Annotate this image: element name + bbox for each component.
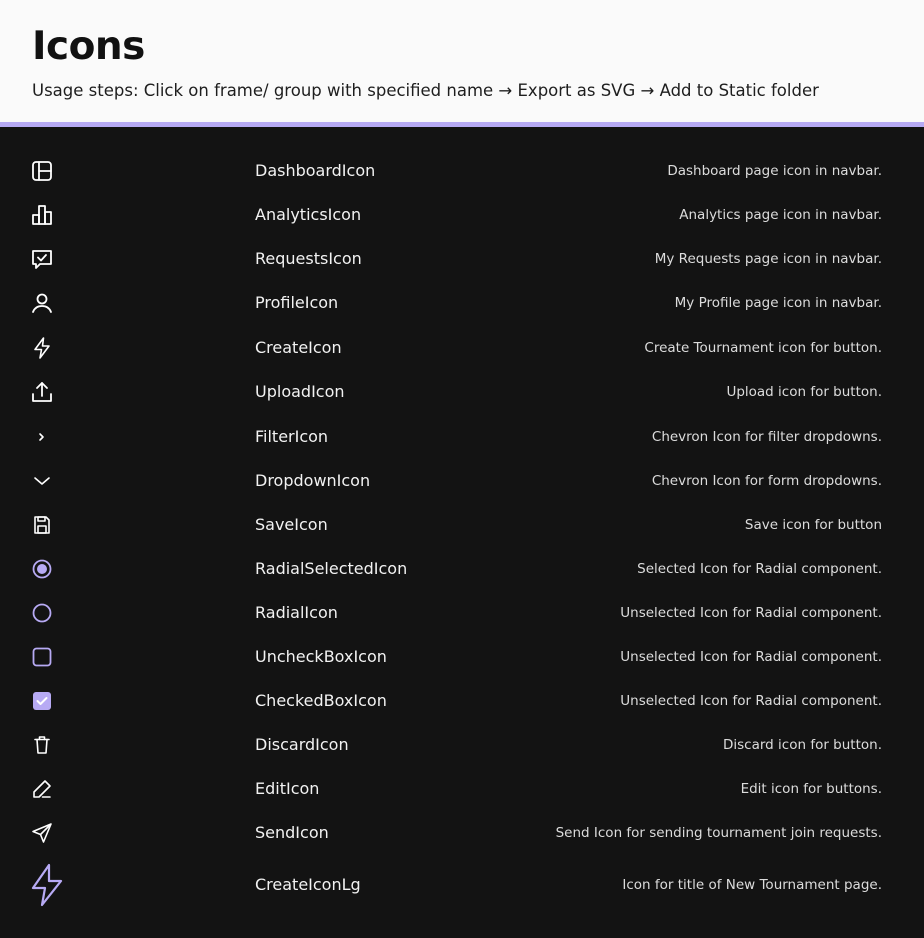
icon-row[interactable]: UncheckBoxIcon Unselected Icon for Radia…: [0, 635, 924, 679]
dropdown-icon: [29, 468, 55, 494]
icon-row[interactable]: ProfileIcon My Profile page icon in navb…: [0, 281, 924, 325]
icon-description: Edit icon for buttons.: [740, 781, 882, 797]
icon-description: Selected Icon for Radial component.: [637, 561, 882, 577]
icon-name: DiscardIcon: [255, 735, 349, 754]
icon-name: ProfileIcon: [255, 293, 339, 312]
icon-name: AnalyticsIcon: [255, 205, 362, 224]
icon-description: Save icon for button: [744, 517, 882, 533]
icon-description: Chevron Icon for filter dropdowns.: [651, 429, 882, 445]
discard-icon: [29, 732, 55, 758]
icon-row[interactable]: AnalyticsIcon Analytics page icon in nav…: [0, 193, 924, 237]
icon-row[interactable]: CreateIcon Create Tournament icon for bu…: [0, 326, 924, 370]
icon-description: Discard icon for button.: [722, 737, 882, 753]
icon-description: Dashboard page icon in navbar.: [667, 163, 882, 179]
icon-description: My Profile page icon in navbar.: [674, 295, 882, 311]
icon-name: UncheckBoxIcon: [255, 647, 387, 666]
icon-row[interactable]: DiscardIcon Discard icon for button.: [0, 723, 924, 767]
icon-list: DashboardIcon Dashboard page icon in nav…: [0, 127, 924, 938]
analytics-icon: [29, 202, 55, 228]
icon-row[interactable]: FilterIcon Chevron Icon for filter dropd…: [0, 415, 924, 459]
icon-description: Send Icon for sending tournament join re…: [555, 825, 882, 841]
icon-name: RequestsIcon: [255, 249, 362, 268]
icon-name: RadialIcon: [255, 603, 338, 622]
icon-row[interactable]: DashboardIcon Dashboard page icon in nav…: [0, 149, 924, 193]
checked-box-icon: [29, 688, 55, 714]
icon-description: Chevron Icon for form dropdowns.: [651, 473, 882, 489]
profile-icon: [29, 290, 55, 316]
icon-row[interactable]: UploadIcon Upload icon for button.: [0, 370, 924, 414]
icon-name: DashboardIcon: [255, 161, 376, 180]
edit-icon: [29, 776, 55, 802]
dashboard-icon: [29, 158, 55, 184]
icon-description: Unselected Icon for Radial component.: [620, 649, 882, 665]
radial-icon: [29, 600, 55, 626]
icon-name: CreateIcon: [255, 338, 342, 357]
icon-row[interactable]: RequestsIcon My Requests page icon in na…: [0, 237, 924, 281]
create-icon: [29, 335, 55, 361]
icon-description: Icon for title of New Tournament page.: [622, 877, 882, 893]
icon-name: FilterIcon: [255, 427, 329, 446]
filter-icon: [29, 424, 55, 450]
icon-row[interactable]: SaveIcon Save icon for button: [0, 503, 924, 547]
icon-description: Analytics page icon in navbar.: [679, 207, 882, 223]
icon-row[interactable]: RadialIcon Unselected Icon for Radial co…: [0, 591, 924, 635]
icon-name: SendIcon: [255, 823, 329, 842]
icon-name: CreateIconLg: [255, 875, 361, 894]
icon-name: RadialSelectedIcon: [255, 559, 408, 578]
save-icon: [29, 512, 55, 538]
icon-row[interactable]: SendIcon Send Icon for sending tournamen…: [0, 811, 924, 855]
uncheck-box-icon: [29, 644, 55, 670]
upload-icon: [29, 379, 55, 405]
icon-name: DropdownIcon: [255, 471, 371, 490]
icon-name: SaveIcon: [255, 515, 328, 534]
page-title: Icons: [32, 24, 145, 69]
header: Icons Usage steps: Click on frame/ group…: [0, 0, 924, 122]
icon-row[interactable]: RadialSelectedIcon Selected Icon for Rad…: [0, 547, 924, 591]
icon-row[interactable]: CheckedBoxIcon Unselected Icon for Radia…: [0, 679, 924, 723]
requests-icon: [29, 246, 55, 272]
icon-description: Upload icon for button.: [726, 384, 882, 400]
icon-description: Create Tournament icon for button.: [644, 340, 882, 356]
icon-row[interactable]: CreateIconLg Icon for title of New Tourn…: [0, 863, 924, 907]
usage-steps: Usage steps: Click on frame/ group with …: [32, 81, 819, 100]
icon-name: EditIcon: [255, 779, 320, 798]
icon-description: Unselected Icon for Radial component.: [620, 693, 882, 709]
icon-row[interactable]: EditIcon Edit icon for buttons.: [0, 767, 924, 811]
icon-row[interactable]: DropdownIcon Chevron Icon for form dropd…: [0, 459, 924, 503]
create-icon-lg: [29, 863, 65, 907]
send-icon: [29, 820, 55, 846]
icon-description: My Requests page icon in navbar.: [654, 251, 882, 267]
icon-description: Unselected Icon for Radial component.: [620, 605, 882, 621]
icon-name: CheckedBoxIcon: [255, 691, 387, 710]
radial-selected-icon: [29, 556, 55, 582]
icon-name: UploadIcon: [255, 382, 345, 401]
